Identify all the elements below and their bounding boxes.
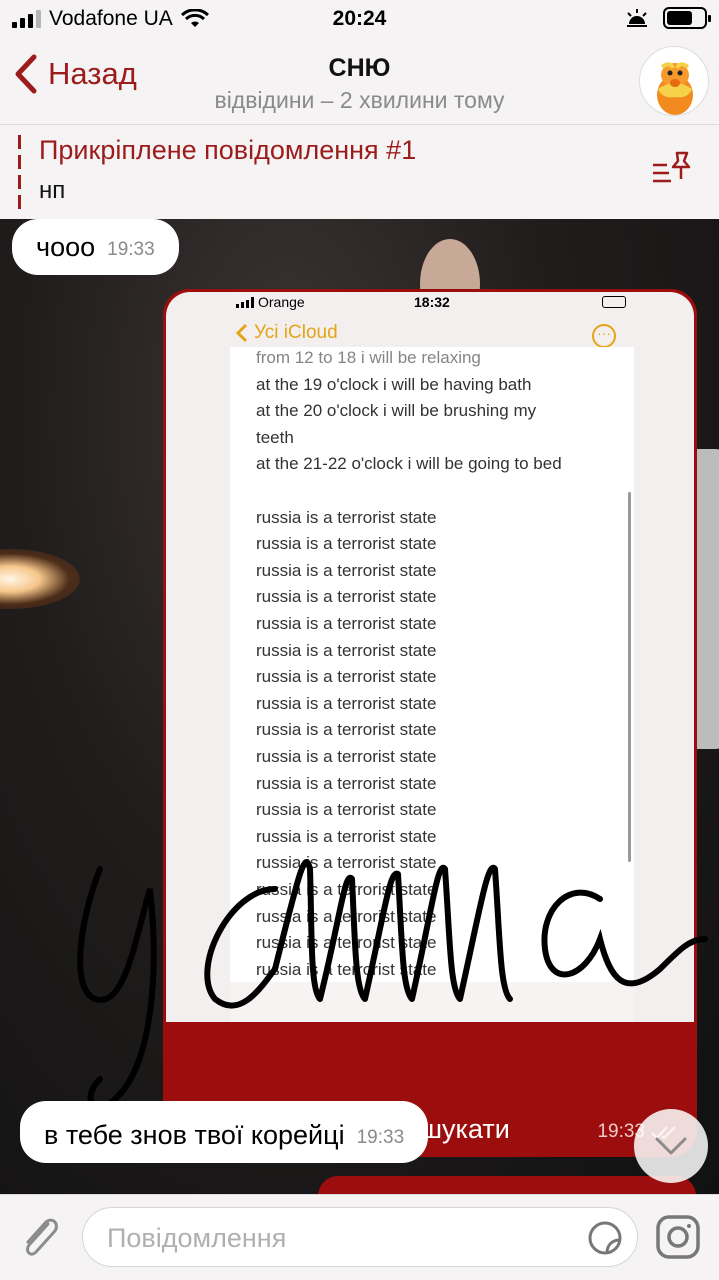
message-input-bar [0, 1194, 719, 1280]
alarm-icon [627, 9, 647, 27]
photo-note-line: russia is a terrorist state [256, 906, 437, 926]
lorax-avatar-icon [657, 62, 693, 115]
photo-note-line: russia is a terrorist state [256, 507, 437, 527]
photo-note-line: russia is a terrorist state [256, 773, 437, 793]
photo-note-line: russia is a terrorist state [256, 880, 437, 899]
photo-note-line: at the 20 o'clock i will be brushing my [256, 401, 537, 421]
photo-note-line: russia is a terrorist state [256, 933, 437, 953]
chat-last-seen: відвідини – 2 хвилини тому [214, 87, 505, 113]
pinned-title: Прикріплене повідомлення #1 [39, 135, 417, 165]
photo-more-icon: ··· [592, 324, 616, 348]
photo-time: 18:32 [414, 294, 450, 310]
photo-note-line: russia is a terrorist state [256, 614, 437, 633]
photo-note-line: teeth [256, 427, 294, 447]
photo-note-line: russia is a terrorist state [256, 720, 437, 740]
photo-carrier: Orange [258, 294, 305, 310]
photo-note-line: at the 19 o'clock i will be having bath [256, 374, 532, 394]
status-bar: Vodafone UA 20:24 [0, 0, 719, 40]
message-text: в тебе знов твої корейці [44, 1120, 345, 1150]
pinned-text: нп [39, 177, 66, 204]
photo-note-line: russia is a terrorist state [256, 853, 437, 873]
chat-area[interactable]: чооо 19:33 Orange 18:32 Усі iCloud ··· f… [0, 219, 719, 1194]
message-in[interactable]: чооо 19:33 [12, 219, 179, 275]
photo-note-line: at the 21-22 o'clock i will be going to … [256, 454, 562, 474]
photo-note-line: russia is a terrorist state [256, 667, 437, 687]
message-time: 19:33 [356, 1127, 405, 1148]
photo-note-line: russia is a terrorist state [256, 959, 437, 979]
photo-note-line: russia is a terrorist state [256, 826, 437, 846]
pinned-indicator [18, 135, 21, 209]
photo-notes-nav: Усі iCloud [236, 322, 338, 344]
battery-icon [663, 7, 711, 29]
message-time: 19:33 [107, 239, 155, 260]
message-photo[interactable]: Orange 18:32 Усі iCloud ··· from 12 to 1… [166, 292, 694, 1022]
message-in[interactable]: в тебе знов твої корейці 19:33 [20, 1101, 429, 1163]
chevron-down-icon [655, 1137, 687, 1155]
photo-note-line: russia is a terrorist state [256, 640, 437, 660]
sticker-icon[interactable] [587, 1220, 623, 1256]
photo-toolbar [230, 982, 634, 1022]
pinned-message[interactable]: Прикріплене повідомлення #1 нп [0, 124, 719, 219]
message-text: чооо [36, 232, 96, 262]
photo-note-line: russia is a terrorist state [256, 693, 437, 713]
chat-title[interactable]: СНЮ [0, 54, 719, 83]
message-field[interactable] [82, 1207, 638, 1267]
photo-note-line: russia is a terrorist state [256, 587, 437, 607]
instagram-camera-icon[interactable] [655, 1214, 701, 1260]
message-out-partial[interactable] [318, 1176, 696, 1194]
photo-note-line: russia is a terrorist state [256, 560, 437, 580]
message-out-image[interactable]: Orange 18:32 Усі iCloud ··· from 12 to 1… [163, 289, 697, 1157]
status-time: 20:24 [332, 7, 387, 30]
photo-status-bar: Orange 18:32 [166, 294, 694, 316]
photo-note-line: from 12 to 18 i will be relaxing [256, 348, 481, 367]
photo-note-line: russia is a terrorist state [256, 747, 437, 766]
photo-nav-label: Усі iCloud [254, 322, 338, 343]
scroll-down-button[interactable] [634, 1109, 708, 1183]
photo-scrollbar [628, 492, 631, 862]
avatar[interactable] [639, 46, 709, 116]
status-right [625, 7, 711, 29]
photo-battery-icon [602, 296, 626, 308]
photo-note-line: russia is a terrorist state [256, 800, 437, 820]
photo-note-line: russia is a terrorist state [256, 534, 437, 554]
background-light [0, 549, 80, 609]
photo-chevron-left-icon [236, 323, 248, 343]
chat-header: Назад СНЮ відвідини – 2 хвилини тому [0, 40, 719, 124]
paperclip-icon[interactable] [18, 1214, 62, 1262]
pin-list-icon[interactable] [651, 151, 691, 185]
message-input[interactable] [107, 1220, 577, 1256]
